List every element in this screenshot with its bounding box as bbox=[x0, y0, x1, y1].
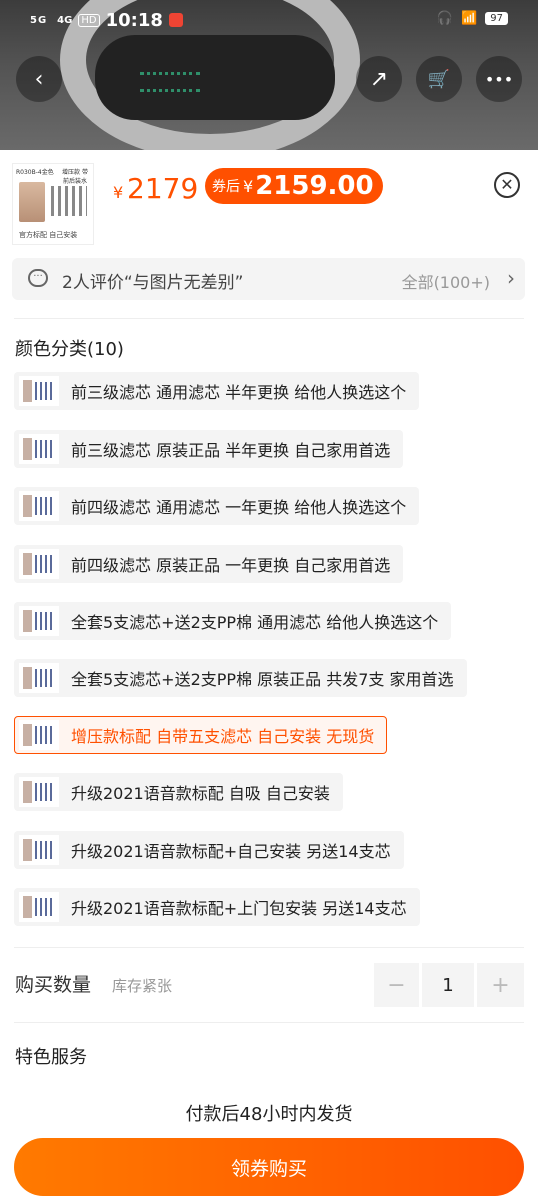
option-thumbnail bbox=[19, 835, 59, 865]
color-option[interactable]: 前四级滤芯 原装正品 一年更换 自己家用首选 bbox=[14, 545, 404, 583]
option-thumbnail bbox=[19, 663, 59, 693]
color-option[interactable]: 全套5支滤芯+送2支PP棉 通用滤芯 给他人换选这个 bbox=[14, 602, 452, 640]
review-all-link[interactable]: 全部(100+) bbox=[402, 269, 490, 293]
color-option[interactable]: 前四级滤芯 通用滤芯 一年更换 给他人换选这个 bbox=[14, 487, 420, 525]
option-label: 前四级滤芯 原装正品 一年更换 自己家用首选 bbox=[71, 556, 391, 575]
coupon-label: 券后 bbox=[212, 179, 240, 195]
color-option[interactable]: 升级2021语音款标配 自吸 自己安装 bbox=[14, 773, 343, 811]
sku-selection-sheet: R030B-4金色 增压款 带前后装水 官方标配 自己安装 ¥ 2179 券后 … bbox=[0, 150, 538, 1200]
signal-5g: 5G bbox=[30, 14, 48, 26]
option-label: 增压款标配 自带五支滤芯 自己安装 无现货 bbox=[71, 727, 375, 746]
coupon-price-badge: 券后 ¥ 2159.00 bbox=[205, 168, 383, 204]
option-thumbnail bbox=[19, 434, 59, 464]
quantity-decrease-button[interactable]: − bbox=[374, 963, 419, 1007]
coupon-currency: ¥ bbox=[243, 176, 254, 196]
option-thumbnail bbox=[19, 720, 59, 750]
clock-time: 10:18 bbox=[105, 9, 163, 31]
color-option[interactable]: 升级2021语音款标配+上门包安装 另送14支芯 bbox=[14, 888, 420, 926]
more-button[interactable]: ••• bbox=[476, 56, 522, 102]
option-label: 前三级滤芯 原装正品 半年更换 自己家用首选 bbox=[71, 441, 391, 460]
coupon-price-value: 2159.00 bbox=[255, 171, 374, 201]
color-section-title: 颜色分类(10) bbox=[15, 339, 124, 360]
notification-icon bbox=[168, 13, 183, 27]
hd-badge: HD bbox=[78, 13, 100, 27]
quantity-value[interactable]: 1 bbox=[422, 963, 474, 1007]
divider bbox=[14, 318, 524, 319]
option-thumbnail bbox=[19, 376, 59, 406]
status-bar: 5G 4G HD 10:18 🎧 📶 97 bbox=[0, 0, 538, 40]
stock-note: 库存紧张 bbox=[112, 977, 173, 995]
color-option[interactable]: 前三级滤芯 通用滤芯 半年更换 给他人换选这个 bbox=[14, 372, 420, 410]
option-thumbnail bbox=[19, 892, 59, 922]
color-option[interactable]: 增压款标配 自带五支滤芯 自己安装 无现货 bbox=[14, 716, 388, 754]
photo-appliance-panel bbox=[95, 35, 335, 120]
color-option[interactable]: 全套5支滤芯+送2支PP棉 原装正品 共发7支 家用首选 bbox=[14, 659, 467, 697]
close-icon[interactable]: ✕ bbox=[494, 172, 520, 198]
thumbnail-filters-image bbox=[51, 186, 87, 216]
quantity-title: 购买数量 bbox=[15, 974, 92, 996]
option-label: 全套5支滤芯+送2支PP棉 原装正品 共发7支 家用首选 bbox=[71, 670, 454, 689]
chevron-right-icon: › bbox=[507, 266, 515, 290]
review-summary-bar[interactable]: ··· 2人评价“与图片无差别” 全部(100+) › bbox=[12, 258, 525, 300]
comment-icon: ··· bbox=[28, 269, 48, 287]
wifi-icon: 📶 bbox=[461, 11, 478, 26]
thumbnail-type-tag: 增压款 带前后装水 bbox=[62, 169, 88, 185]
battery-icon: 97 bbox=[485, 12, 508, 25]
back-button[interactable]: ‹ bbox=[16, 56, 62, 102]
option-label: 升级2021语音款标配+上门包安装 另送14支芯 bbox=[71, 899, 407, 918]
thumbnail-product-image bbox=[19, 182, 45, 222]
price-currency: ¥ bbox=[113, 183, 124, 202]
price-value: 2179 bbox=[127, 172, 199, 205]
claim-coupon-buy-button[interactable]: 领券购买 bbox=[14, 1138, 524, 1196]
status-right: 🎧 📶 97 bbox=[437, 11, 508, 26]
color-option[interactable]: 前三级滤芯 原装正品 半年更换 自己家用首选 bbox=[14, 430, 404, 468]
shipping-note: 付款后48小时内发货 bbox=[185, 1104, 353, 1125]
review-text: 2人评价“与图片无差别” bbox=[62, 273, 244, 293]
thumbnail-footer: 官方标配 自己安装 bbox=[19, 231, 78, 239]
option-thumbnail bbox=[19, 606, 59, 636]
divider bbox=[14, 1022, 524, 1023]
divider bbox=[14, 947, 524, 948]
signal-4g: 4G bbox=[57, 14, 73, 26]
option-label: 前四级滤芯 通用滤芯 一年更换 给他人换选这个 bbox=[71, 498, 407, 517]
option-label: 升级2021语音款标配+自己安装 另送14支芯 bbox=[71, 842, 391, 861]
photo-appliance-display bbox=[140, 72, 200, 92]
share-button[interactable]: ↗ bbox=[356, 56, 402, 102]
option-thumbnail bbox=[19, 777, 59, 807]
service-section-title: 特色服务 bbox=[15, 1047, 87, 1068]
product-photo-background: 5G 4G HD 10:18 🎧 📶 97 ‹ ↗ 🛒 ••• bbox=[0, 0, 538, 150]
product-thumbnail[interactable]: R030B-4金色 增压款 带前后装水 官方标配 自己安装 bbox=[12, 163, 94, 245]
option-thumbnail bbox=[19, 549, 59, 579]
option-thumbnail bbox=[19, 491, 59, 521]
color-option[interactable]: 升级2021语音款标配+自己安装 另送14支芯 bbox=[14, 831, 404, 869]
cart-button[interactable]: 🛒 bbox=[416, 56, 462, 102]
option-label: 升级2021语音款标配 自吸 自己安装 bbox=[71, 784, 330, 803]
option-label: 前三级滤芯 通用滤芯 半年更换 给他人换选这个 bbox=[71, 383, 407, 402]
option-label: 全套5支滤芯+送2支PP棉 通用滤芯 给他人换选这个 bbox=[71, 613, 439, 632]
quantity-increase-button[interactable]: + bbox=[477, 963, 524, 1007]
headphones-icon: 🎧 bbox=[436, 11, 454, 26]
thumbnail-model-tag: R030B-4金色 bbox=[16, 169, 54, 176]
quantity-stepper: − 1 + bbox=[374, 963, 525, 1007]
